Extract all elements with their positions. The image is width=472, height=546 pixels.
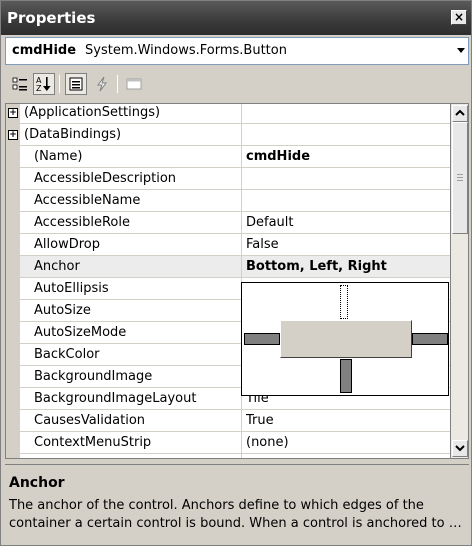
row-margin (6, 344, 20, 366)
scroll-up-button[interactable] (452, 105, 468, 122)
property-row[interactable]: AccessibleRole Default (6, 212, 450, 234)
row-margin (6, 366, 20, 388)
row-margin (6, 146, 20, 168)
alphabetical-button[interactable]: A Z (33, 73, 55, 95)
row-margin (6, 168, 20, 190)
object-name: cmdHide (12, 43, 77, 58)
anchor-control-preview (280, 320, 412, 358)
property-row[interactable]: ContextMenuStrip (none) (6, 432, 450, 454)
toolbar-separator (59, 75, 60, 93)
anchor-editor[interactable] (241, 282, 449, 396)
row-margin (6, 454, 20, 458)
categorized-button[interactable] (9, 73, 31, 95)
object-type: System.Windows.Forms.Button (85, 43, 287, 58)
property-name: BackgroundImageLayout (20, 388, 242, 410)
property-value[interactable]: Default (242, 212, 450, 234)
title-bar: Properties × (1, 1, 471, 35)
categorized-icon (12, 77, 27, 91)
row-margin (6, 410, 20, 432)
property-value[interactable] (242, 124, 450, 146)
anchor-left-toggle[interactable] (244, 333, 280, 345)
property-value[interactable]: False (242, 234, 450, 256)
anchor-right-toggle[interactable] (412, 333, 448, 345)
row-margin (6, 322, 20, 344)
scroll-down-button[interactable] (452, 440, 468, 457)
property-value[interactable]: cmdHide (242, 146, 450, 168)
properties-icon (69, 77, 83, 91)
property-name: AccessibleRole (20, 212, 242, 234)
property-value[interactable] (242, 190, 450, 212)
property-row[interactable]: + (DataBindings) (6, 124, 450, 146)
property-row[interactable]: + (ApplicationSettings) (6, 104, 450, 124)
property-name: AccessibleDescription (20, 168, 242, 190)
row-margin: + (6, 124, 20, 146)
grip-icon (457, 174, 463, 181)
description-text: The anchor of the control. Anchors defin… (9, 498, 462, 531)
vertical-scrollbar[interactable] (451, 103, 469, 459)
property-name: AutoEllipsis (20, 278, 242, 300)
anchor-top-toggle[interactable] (340, 285, 348, 319)
property-name: Cursor (20, 454, 242, 458)
row-margin (6, 432, 20, 454)
events-button[interactable] (91, 73, 113, 95)
row-margin (6, 278, 20, 300)
property-name: (DataBindings) (20, 124, 242, 146)
description-panel: Anchor The anchor of the control. Anchor… (5, 464, 469, 542)
description-title: Anchor (9, 475, 65, 491)
scroll-thumb[interactable] (452, 122, 468, 234)
property-name: BackColor (20, 344, 242, 366)
object-selector[interactable]: cmdHide System.Windows.Forms.Button (5, 37, 469, 65)
property-name: BackgroundImage (20, 366, 242, 388)
property-name: CausesValidation (20, 410, 242, 432)
property-row[interactable]: AccessibleDescription (6, 168, 450, 190)
row-margin (6, 234, 20, 256)
property-pages-button[interactable] (123, 73, 145, 95)
chevron-down-icon (455, 445, 465, 452)
events-icon (97, 76, 107, 92)
property-name: AllowDrop (20, 234, 242, 256)
property-name: AutoSize (20, 300, 242, 322)
property-name: Anchor (20, 256, 242, 278)
row-margin (6, 388, 20, 410)
property-value[interactable]: (none) (242, 432, 450, 454)
toolbar: A Z (5, 69, 469, 99)
chevron-up-icon (455, 109, 465, 116)
property-value[interactable] (242, 104, 450, 124)
property-row[interactable]: Anchor Bottom, Left, Right (6, 256, 450, 278)
property-row[interactable]: CausesValidation True (6, 410, 450, 432)
alphabetical-icon: A Z (36, 76, 51, 93)
svg-text:Z: Z (36, 84, 42, 93)
property-row[interactable]: AllowDrop False (6, 234, 450, 256)
property-row[interactable]: CursorDefault (6, 454, 450, 458)
property-row[interactable]: AccessibleName (6, 190, 450, 212)
toolbar-separator (117, 75, 118, 93)
property-name: AutoSizeMode (20, 322, 242, 344)
expand-icon[interactable]: + (8, 108, 18, 118)
row-margin (6, 256, 20, 278)
property-pages-icon (126, 78, 142, 90)
properties-button[interactable] (65, 73, 87, 95)
property-grid: + (ApplicationSettings) + (DataBindings) (Na… (5, 103, 451, 459)
window-title: Properties (7, 9, 96, 27)
property-name: (Name) (20, 146, 242, 168)
property-name: ContextMenuStrip (20, 432, 242, 454)
row-margin: + (6, 104, 20, 124)
anchor-bottom-toggle[interactable] (340, 359, 352, 393)
property-value[interactable] (242, 168, 450, 190)
property-name: AccessibleName (20, 190, 242, 212)
row-margin (6, 190, 20, 212)
property-value[interactable]: Default (242, 454, 450, 458)
chevron-down-icon[interactable] (457, 48, 465, 53)
expand-icon[interactable]: + (8, 130, 18, 140)
property-row[interactable]: (Name) cmdHide (6, 146, 450, 168)
property-value[interactable]: True (242, 410, 450, 432)
row-margin (6, 300, 20, 322)
row-margin (6, 212, 20, 234)
property-value[interactable]: Bottom, Left, Right (242, 256, 450, 278)
close-button[interactable]: × (451, 10, 467, 25)
properties-window: Properties × cmdHide System.Windows.Form… (0, 0, 472, 546)
property-name: (ApplicationSettings) (20, 104, 242, 124)
